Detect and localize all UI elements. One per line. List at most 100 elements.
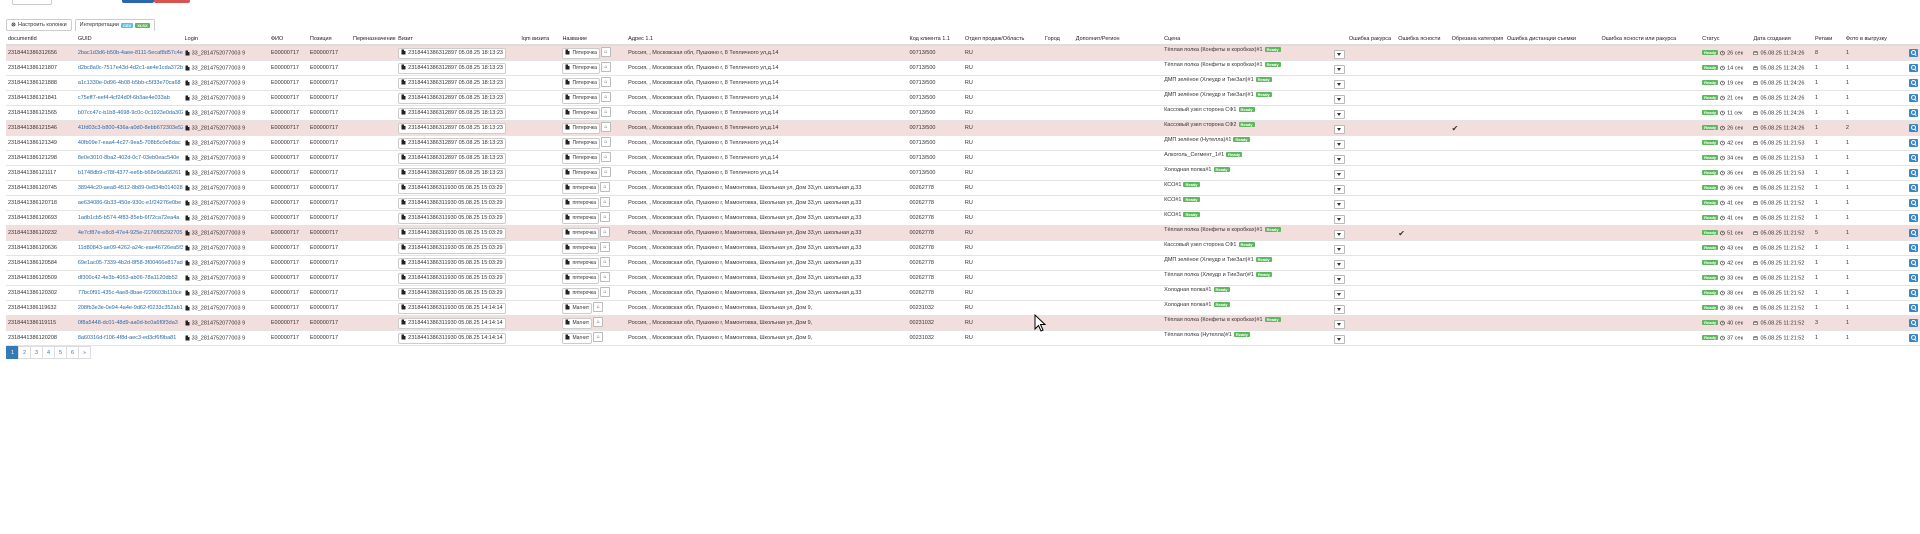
pagination-next[interactable]: » — [78, 346, 91, 359]
visit-pill[interactable]: 2318441386311930 05.08.25 14:14:14 — [398, 317, 506, 329]
home-icon[interactable]: ⌂ — [600, 77, 611, 88]
scene-dropdown[interactable] — [1333, 320, 1345, 329]
guid-link[interactable]: b1748db9-c78f-4377-ee6b-b68e9da68261 — [78, 170, 181, 176]
column-header[interactable]: Код клиента 1.1 — [907, 34, 963, 46]
column-header[interactable]: Позиция — [307, 34, 351, 46]
visit-pill[interactable]: 2318441386312897 05.08.25 18:13:23 — [398, 62, 506, 74]
visit-pill[interactable]: 2318441386312897 05.08.25 18:13:23 — [398, 107, 506, 119]
shop-pill[interactable]: Пятерочка — [562, 122, 600, 134]
home-icon[interactable]: ⌂ — [600, 272, 611, 283]
scene-dropdown[interactable] — [1333, 95, 1345, 104]
search-icon[interactable] — [1909, 169, 1918, 177]
guid-link[interactable]: 8a60316d-f106-4f8d-aec3-ed3cf6f9ba81 — [78, 335, 176, 341]
shop-pill[interactable]: пятерочка — [562, 197, 600, 209]
guid-link[interactable]: 4e7cf87e-e8c8-47e4-925e-2176f05292705 — [78, 230, 183, 236]
shop-pill[interactable]: Магнит — [562, 332, 593, 344]
shop-pill[interactable]: Пятерочка — [562, 77, 600, 89]
shop-pill[interactable]: Пятерочка — [562, 152, 600, 164]
search-icon[interactable] — [1909, 184, 1918, 192]
home-icon[interactable]: ⌂ — [600, 287, 611, 298]
scene-dropdown[interactable] — [1333, 230, 1345, 239]
tab-interpretations[interactable]: Интерпретации CSV XLSX — [74, 18, 155, 31]
table-row[interactable]: 2318441386312656 2bac1d3d6-b50b-4aee-8111… — [6, 45, 1920, 61]
top-red-button[interactable] — [154, 0, 190, 3]
search-icon[interactable] — [1909, 244, 1918, 252]
column-header[interactable]: Дополнит/Регион — [1073, 34, 1163, 46]
column-header[interactable]: Дата создания — [1751, 34, 1814, 46]
scene-dropdown[interactable] — [1333, 155, 1345, 164]
shop-pill[interactable]: Пятерочка — [562, 137, 600, 149]
table-row[interactable]: 2318441386119632 208fb3e3e-0e94-4a4e-9d62… — [6, 300, 1920, 316]
column-header[interactable]: Название — [560, 34, 627, 46]
column-header[interactable]: Iqm визита — [519, 34, 561, 46]
search-icon[interactable] — [1909, 319, 1918, 327]
home-icon[interactable]: ⌂ — [600, 137, 611, 148]
guid-link[interactable]: 41fd03c3-b800-436a-a0d0-8ebb672303e52 — [78, 125, 183, 131]
visit-pill[interactable]: 2318441386311930 05.08.25 15:03:29 — [398, 182, 506, 194]
scene-dropdown[interactable] — [1333, 245, 1345, 254]
table-row[interactable]: 2318441386120584 69e1ac05-7339-4b2d-8f58-… — [6, 255, 1920, 271]
guid-link[interactable]: ae634086-6b33-450e-930c-e1f24276e0be — [78, 200, 181, 206]
guid-link[interactable]: 2bac1d3d6-b50b-4aee-8111-5ecaf8d57c4e — [78, 50, 183, 56]
column-header[interactable]: Сцена — [1162, 34, 1347, 46]
column-header[interactable]: documentId — [6, 34, 76, 46]
home-icon[interactable]: ⌂ — [600, 227, 611, 238]
column-header[interactable]: ФИО — [268, 34, 308, 46]
top-white-button[interactable] — [12, 0, 52, 5]
table-row[interactable]: 2318441386120693 1adb1cb5-b574-4f83-85eb-… — [6, 210, 1920, 226]
home-icon[interactable]: ⌂ — [600, 182, 611, 193]
home-icon[interactable]: ⌂ — [600, 167, 611, 178]
shop-pill[interactable]: пятерочка — [562, 227, 600, 239]
visit-pill[interactable]: 2318441386312897 05.08.25 18:13:23 — [398, 167, 506, 179]
visit-pill[interactable]: 2318441386311930 05.08.25 15:03:29 — [398, 272, 506, 284]
scene-dropdown[interactable] — [1333, 260, 1345, 269]
guid-link[interactable]: 8e0e3010-8ba2-402d-0c7-03eb0eac540e — [78, 155, 180, 161]
search-icon[interactable] — [1909, 124, 1918, 132]
home-icon[interactable]: ⌂ — [600, 107, 611, 118]
shop-pill[interactable]: Пятерочка — [562, 92, 600, 104]
column-header[interactable]: Ошибка дистанции съемки — [1505, 34, 1600, 46]
guid-link[interactable]: 40fb09e7-eaa4-4c27-9ea5-708b5c0e8dac — [78, 140, 181, 146]
home-icon[interactable]: ⌂ — [600, 92, 611, 103]
shop-pill[interactable]: пятерочка — [562, 212, 600, 224]
shop-pill[interactable]: Пятерочка — [562, 62, 600, 74]
table-row[interactable]: 2318441386121807 d2bc8a0c-7517e43d-4d2c1-… — [6, 60, 1920, 76]
guid-link[interactable]: 208fb3e3e-0e94-4a4e-9d62-f0233c352ab10 — [78, 305, 183, 311]
column-header[interactable]: GUID — [75, 34, 183, 46]
guid-link[interactable]: a1c1330e-0d96-4b08-b5bb-c5f33e70ca68 — [78, 80, 181, 86]
shop-pill[interactable]: пятерочка — [562, 287, 600, 299]
home-icon[interactable]: ⌂ — [600, 257, 611, 268]
table-row[interactable]: 2318441386119115 0f8a5448-dc01-48d9-aa0d-… — [6, 315, 1920, 331]
search-icon[interactable] — [1909, 274, 1918, 282]
search-icon[interactable] — [1909, 154, 1918, 162]
scene-dropdown[interactable] — [1333, 110, 1345, 119]
home-icon[interactable]: ⌂ — [593, 317, 604, 328]
scene-dropdown[interactable] — [1333, 290, 1345, 299]
guid-link[interactable]: 69e1ac05-7339-4b2d-8f58-3f00466e817ad — [78, 260, 183, 266]
column-header[interactable]: Ошибка ракурса — [1346, 34, 1397, 46]
table-row[interactable]: 2318441386121298 8e0e3010-8ba2-402d-0c7-0… — [6, 150, 1920, 166]
csv-export-badge[interactable]: CSV — [120, 22, 134, 28]
search-icon[interactable] — [1909, 139, 1918, 147]
guid-link[interactable]: 38944c20-aea8-4512-8b89-0e834b014028 — [78, 185, 183, 191]
search-icon[interactable] — [1909, 214, 1918, 222]
home-icon[interactable]: ⌂ — [600, 62, 611, 73]
table-row[interactable]: 2318441386120302 77bc0f91-435c-4ae8-8bae-… — [6, 285, 1920, 301]
visit-pill[interactable]: 2318441386312897 05.08.25 18:13:23 — [398, 122, 506, 134]
shop-pill[interactable]: Пятерочка — [562, 47, 600, 59]
shop-pill[interactable]: пятерочка — [562, 242, 600, 254]
column-header[interactable]: Login — [182, 34, 269, 46]
guid-link[interactable]: b07cc47c-b1b8-4698-9c0c-0c1923e0da302 — [78, 110, 183, 116]
scene-dropdown[interactable] — [1333, 275, 1345, 284]
search-icon[interactable] — [1909, 334, 1918, 342]
guid-link[interactable]: 0f8a5448-dc01-48d9-aa0d-bc0a6f0f3da3 — [78, 320, 178, 326]
search-icon[interactable] — [1909, 229, 1918, 237]
visit-pill[interactable]: 2318441386312897 05.08.25 18:13:23 — [398, 152, 506, 164]
shop-pill[interactable]: пятерочка — [562, 257, 600, 269]
column-header[interactable]: Визит — [396, 34, 520, 46]
column-header[interactable]: Ошибка ясности — [1396, 34, 1450, 46]
visit-pill[interactable]: 2318441386311930 05.08.25 15:03:29 — [398, 242, 506, 254]
shop-pill[interactable]: пятерочка — [562, 272, 600, 284]
visit-pill[interactable]: 2318441386311930 05.08.25 14:14:14 — [398, 302, 506, 314]
home-icon[interactable]: ⌂ — [600, 152, 611, 163]
